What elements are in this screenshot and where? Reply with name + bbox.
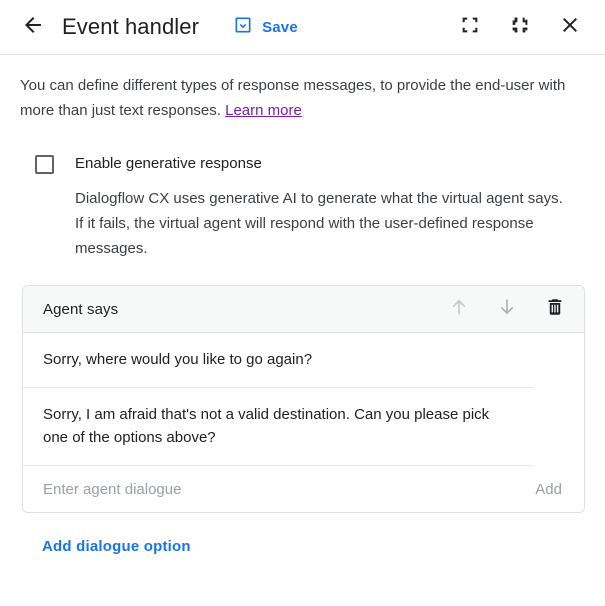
fullscreen-button[interactable] [453, 10, 487, 44]
new-agent-message-input[interactable]: Enter agent dialogue [43, 481, 529, 498]
delete-button[interactable] [538, 292, 572, 326]
save-icon [233, 15, 253, 40]
arrow-down-icon [496, 296, 518, 323]
intro-paragraph: You can define different types of respon… [20, 73, 576, 123]
agent-message-row[interactable]: Sorry, I am afraid that's not a valid de… [23, 388, 533, 466]
agent-says-title: Agent says [43, 301, 118, 318]
enable-generative-response-label: Enable generative response [75, 153, 262, 175]
page-title: Event handler [62, 14, 199, 40]
agent-says-card: Agent says Sorry [22, 285, 585, 513]
enable-generative-response-checkbox[interactable] [35, 155, 54, 174]
close-button[interactable] [553, 10, 587, 44]
arrow-left-icon [21, 13, 45, 42]
arrow-up-icon [448, 296, 470, 323]
agent-message-row[interactable]: Sorry, where would you like to go again? [23, 333, 533, 388]
fullscreen-expand-icon [459, 14, 481, 41]
collapse-button[interactable] [503, 10, 537, 44]
fullscreen-collapse-icon [509, 14, 531, 41]
add-dialogue-option-button[interactable]: Add dialogue option [42, 538, 191, 555]
dialog-body: You can define different types of respon… [0, 73, 605, 261]
add-message-button[interactable]: Add [529, 477, 568, 502]
agent-says-card-header: Agent says [23, 286, 584, 333]
dialog-header: Event handler Save [0, 0, 605, 55]
move-down-button[interactable] [490, 292, 524, 326]
enable-generative-response-row[interactable]: Enable generative response [20, 153, 585, 175]
move-up-button[interactable] [442, 292, 476, 326]
trash-icon [544, 296, 566, 323]
back-button[interactable] [18, 12, 48, 42]
learn-more-link[interactable]: Learn more [225, 102, 302, 119]
save-button-label: Save [262, 19, 298, 36]
generative-response-description: Dialogflow CX uses generative AI to gene… [75, 186, 570, 261]
new-agent-message-row: Enter agent dialogue Add [23, 466, 584, 512]
save-button[interactable]: Save [233, 15, 298, 40]
close-icon [558, 13, 582, 42]
